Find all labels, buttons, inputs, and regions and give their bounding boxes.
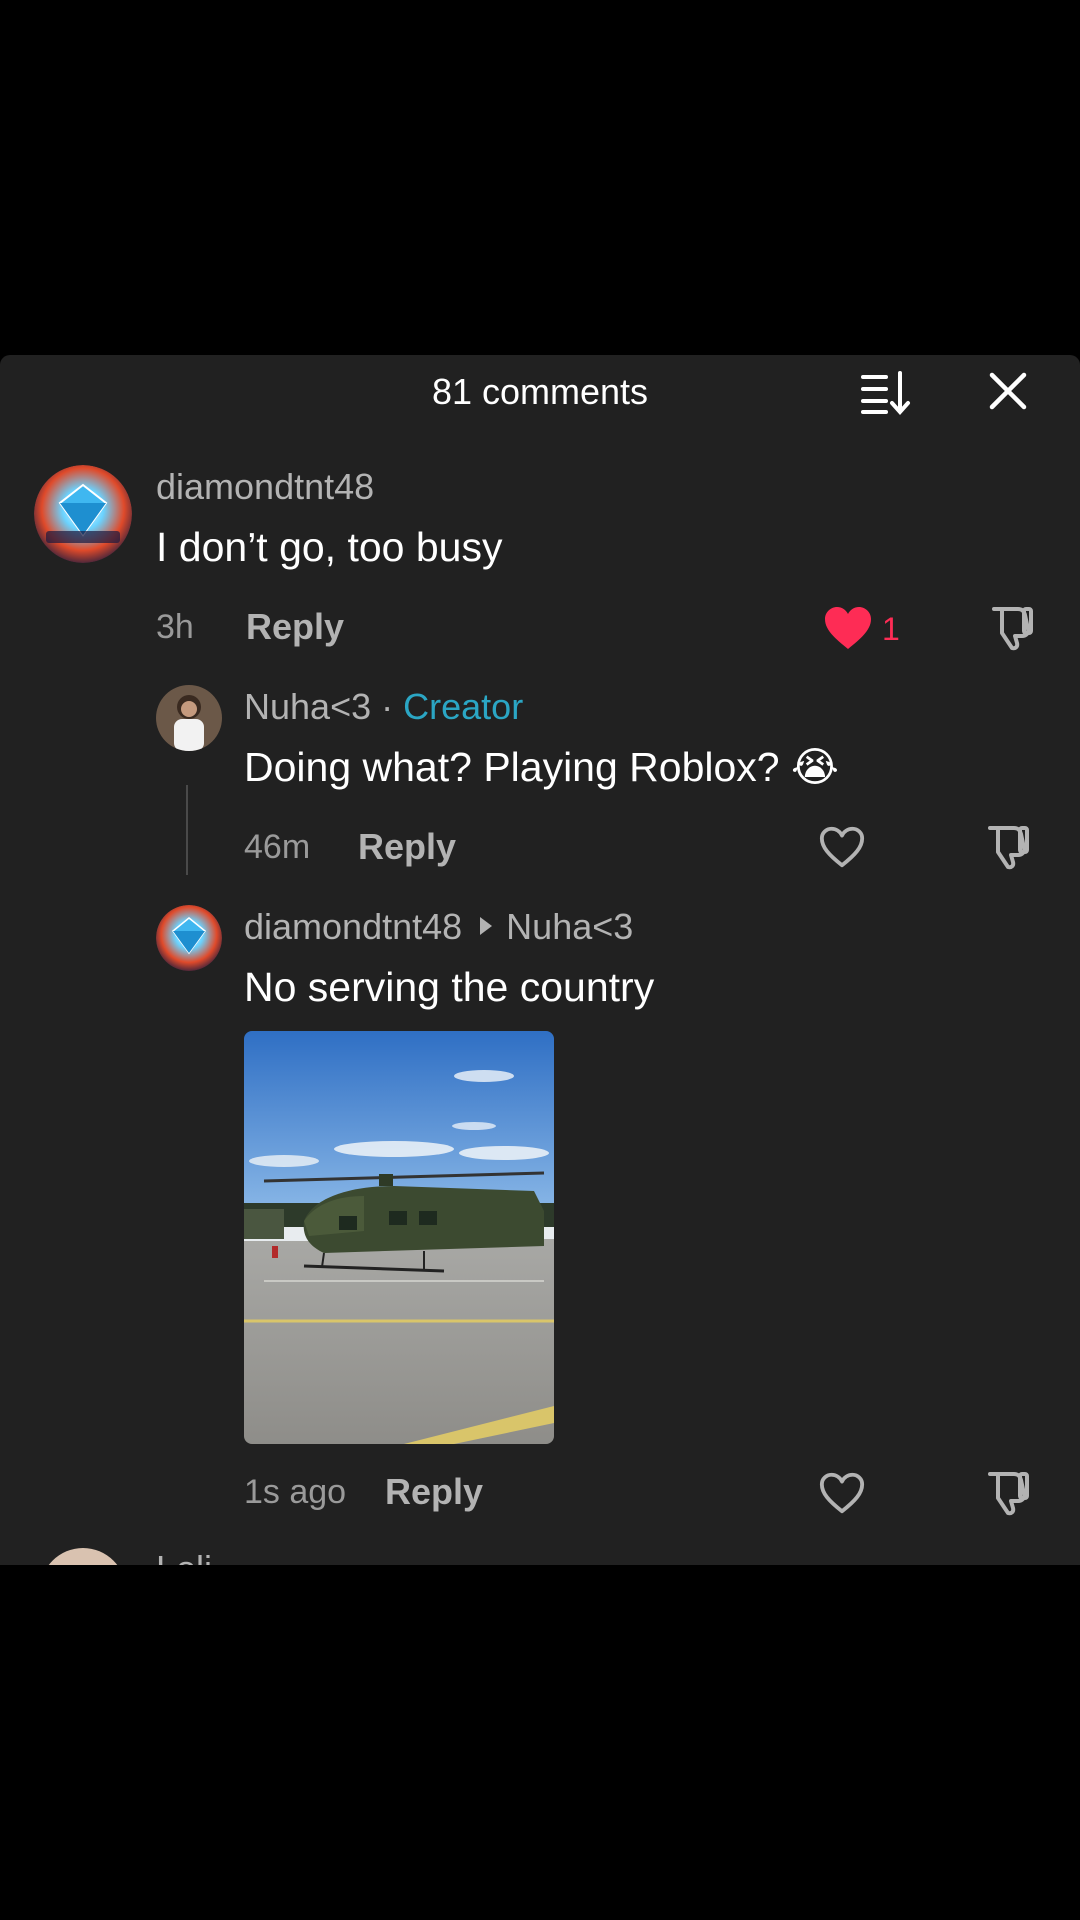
avatar[interactable] [156,905,222,971]
avatar[interactable] [34,465,132,563]
reply-to-user[interactable]: Nuha<3 [506,906,633,947]
reply-to-arrow-icon [480,917,493,935]
creator-badge: Creator [403,686,524,727]
close-icon[interactable] [986,369,1030,413]
comment-photo-helicopter[interactable] [244,1031,554,1444]
reply-button[interactable]: Reply [385,1470,483,1514]
reply-timestamp: 1s ago [244,1473,347,1511]
dislike-icon[interactable] [984,1468,1032,1516]
comment-timestamp: 3h [156,608,194,646]
avatar[interactable] [156,685,222,751]
reply-button[interactable]: Reply [246,605,344,649]
reply-author[interactable]: diamondtnt48 [244,906,462,947]
reply-username: diamondtnt48 Nuha<3 [244,905,633,949]
reply-button[interactable]: Reply [358,825,456,869]
separator-dot: · [381,686,394,727]
comments-header: 81 comments [0,355,1080,425]
reply-author[interactable]: Nuha<3 [244,686,371,727]
reply-text: Doing what? Playing Roblox? 😭 [244,744,839,790]
comments-count-title: 81 comments [431,371,649,412]
heart-filled-icon[interactable] [823,605,873,651]
reply-timestamp: 46m [244,828,311,866]
dislike-icon[interactable] [988,603,1036,651]
sort-icon[interactable] [860,369,912,416]
like-count: 1 [882,611,900,647]
avatar[interactable] [40,1548,126,1565]
heart-outline-icon[interactable] [818,824,866,870]
comment-username[interactable]: diamondtnt48 [156,465,374,509]
comment-text: I don’t go, too busy [156,524,503,570]
dislike-icon[interactable] [984,822,1032,870]
reply-username: Nuha<3 · Creator [244,685,523,729]
heart-outline-icon[interactable] [818,1470,866,1516]
reply-text: No serving the country [244,964,655,1010]
comments-panel: 81 comments diamondtnt48 I don’t go, too… [0,355,1080,1565]
comment-username[interactable]: Loli [156,1547,212,1565]
thread-line [186,785,188,875]
